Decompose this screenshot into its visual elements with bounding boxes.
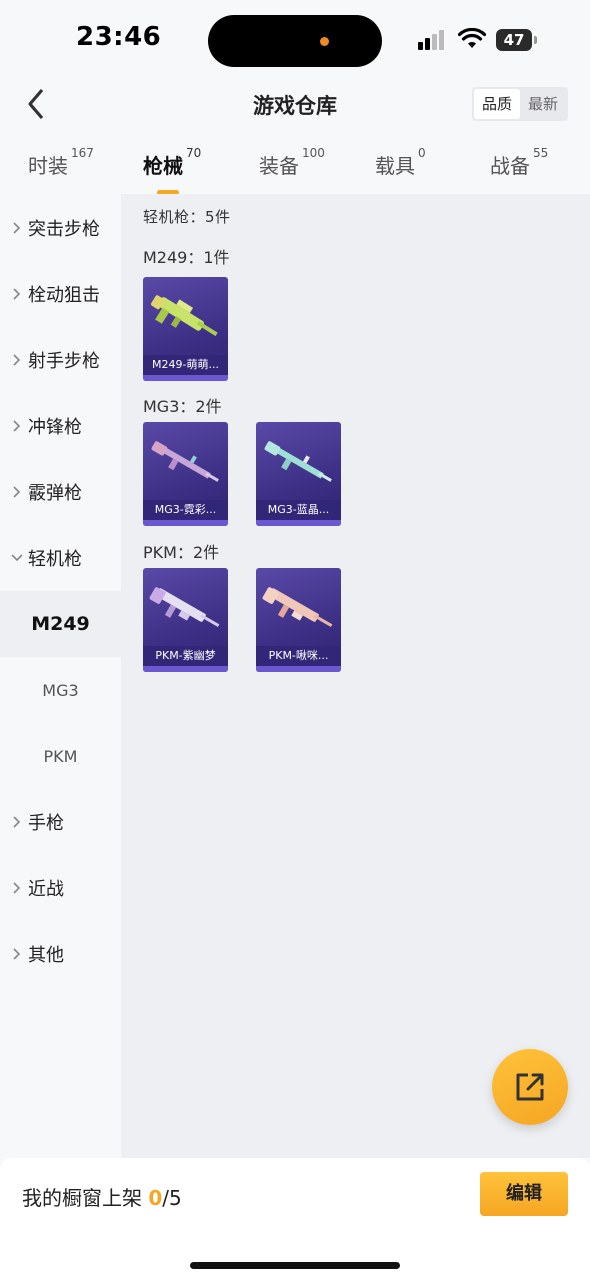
sidebar-item-other[interactable]: 其他 <box>0 921 121 987</box>
sidebar-item-shotgun[interactable]: 霰弹枪 <box>0 459 121 525</box>
lmg-skin-image <box>149 587 220 627</box>
chevron-right-icon <box>13 882 21 894</box>
battery-icon: 47 <box>496 29 538 51</box>
home-indicator[interactable] <box>190 1262 400 1269</box>
showcase-total: /5 <box>162 1186 182 1210</box>
sort-latest-button[interactable]: 最新 <box>520 89 566 119</box>
tab-supplies[interactable]: 战备55 <box>490 146 548 179</box>
sidebar-sub-m249[interactable]: M249 <box>0 591 121 657</box>
sidebar-sub-pkm[interactable]: PKM <box>0 723 121 789</box>
sidebar-item-label: 突击步枪 <box>28 219 100 240</box>
group-title-pkm: PKM：2件 <box>143 543 220 562</box>
showcase-bar: 我的橱窗上架 0/5 编辑 <box>0 1158 590 1280</box>
sidebar-item-label: 其他 <box>28 945 64 966</box>
showcase-status: 我的橱窗上架 0/5 <box>22 1182 182 1211</box>
edit-button[interactable]: 编辑 <box>480 1172 568 1216</box>
weapon-card-label: MG3-霓彩... <box>143 500 228 520</box>
tab-equipment[interactable]: 装备100 <box>259 146 325 179</box>
weapon-grid: 轻机枪：5件 M249：1件 M249-萌萌... MG3：2件 MG3-霓彩.… <box>121 194 590 1158</box>
chevron-right-icon <box>13 288 21 300</box>
share-button[interactable] <box>492 1049 568 1125</box>
sort-quality-button[interactable]: 品质 <box>474 89 520 119</box>
sidebar-item-label: 轻机枪 <box>28 549 82 570</box>
chevron-right-icon <box>13 486 21 498</box>
weapon-card-label: PKM-啾咪... <box>256 646 341 666</box>
sidebar-item-label: 栓动狙击 <box>28 285 100 306</box>
chevron-right-icon <box>13 354 21 366</box>
weapon-card[interactable]: PKM-啾咪... <box>256 568 341 672</box>
sidebar-item-marksman-rifle[interactable]: 射手步枪 <box>0 327 121 393</box>
sidebar-item-label: 射手步枪 <box>28 351 100 372</box>
weapon-card[interactable]: MG3-蓝晶... <box>256 422 341 526</box>
sidebar-item-lmg[interactable]: 轻机枪 <box>0 525 121 591</box>
tab-fashion[interactable]: 时装167 <box>28 146 94 179</box>
sidebar-sub-mg3[interactable]: MG3 <box>0 657 121 723</box>
tab-vehicles[interactable]: 载具0 <box>375 146 426 179</box>
dynamic-island <box>208 15 382 67</box>
chevron-down-icon <box>11 554 23 562</box>
section-title: 轻机枪：5件 <box>143 208 231 226</box>
status-time: 23:46 <box>76 22 162 52</box>
weapon-card-label: PKM-紫幽梦 <box>143 646 228 666</box>
sidebar-item-bolt-sniper[interactable]: 栓动狙击 <box>0 261 121 327</box>
status-bar: 23:46 47 <box>0 0 590 82</box>
lmg-skin-image <box>150 295 218 337</box>
sidebar-item-assault-rifle[interactable]: 突击步枪 <box>0 195 121 261</box>
weapon-card[interactable]: MG3-霓彩... <box>143 422 228 526</box>
weapon-category-sidebar: 突击步枪 栓动狙击 射手步枪 冲锋枪 霰弹枪 轻机枪 M249 MG3 PKM … <box>0 194 121 1158</box>
page-header: 游戏仓库 品质 最新 <box>0 82 590 128</box>
sidebar-item-label: 手枪 <box>28 813 64 834</box>
chevron-right-icon <box>13 222 21 234</box>
sidebar-item-smg[interactable]: 冲锋枪 <box>0 393 121 459</box>
sidebar-item-label: 霰弹枪 <box>28 483 82 504</box>
group-title-m249: M249：1件 <box>143 248 230 267</box>
sidebar-item-pistol[interactable]: 手枪 <box>0 789 121 855</box>
weapon-card-label: M249-萌萌... <box>143 355 228 375</box>
group-title-mg3: MG3：2件 <box>143 397 222 416</box>
showcase-label: 我的橱窗上架 <box>22 1186 142 1210</box>
lmg-skin-image <box>264 441 332 482</box>
cellular-signal-icon <box>418 30 450 50</box>
category-tabs: 时装167 枪械70 装备100 载具0 战备55 <box>0 140 590 195</box>
island-indicator <box>320 37 329 46</box>
sidebar-item-label: 近战 <box>28 879 64 900</box>
lmg-skin-image <box>262 587 333 627</box>
wifi-icon <box>458 28 486 48</box>
chevron-right-icon <box>13 420 21 432</box>
chevron-right-icon <box>13 816 21 828</box>
sort-toggle: 品质 最新 <box>472 87 568 121</box>
weapon-card-label: MG3-蓝晶... <box>256 500 341 520</box>
sidebar-item-melee[interactable]: 近战 <box>0 855 121 921</box>
chevron-right-icon <box>13 948 21 960</box>
lmg-skin-image <box>151 441 219 482</box>
tab-firearms[interactable]: 枪械70 <box>143 146 201 195</box>
sidebar-item-label: 冲锋枪 <box>28 417 82 438</box>
weapon-card[interactable]: PKM-紫幽梦 <box>143 568 228 672</box>
weapon-card[interactable]: M249-萌萌... <box>143 277 228 381</box>
battery-level: 47 <box>503 31 525 49</box>
share-icon <box>516 1073 544 1101</box>
showcase-current: 0 <box>148 1186 163 1210</box>
